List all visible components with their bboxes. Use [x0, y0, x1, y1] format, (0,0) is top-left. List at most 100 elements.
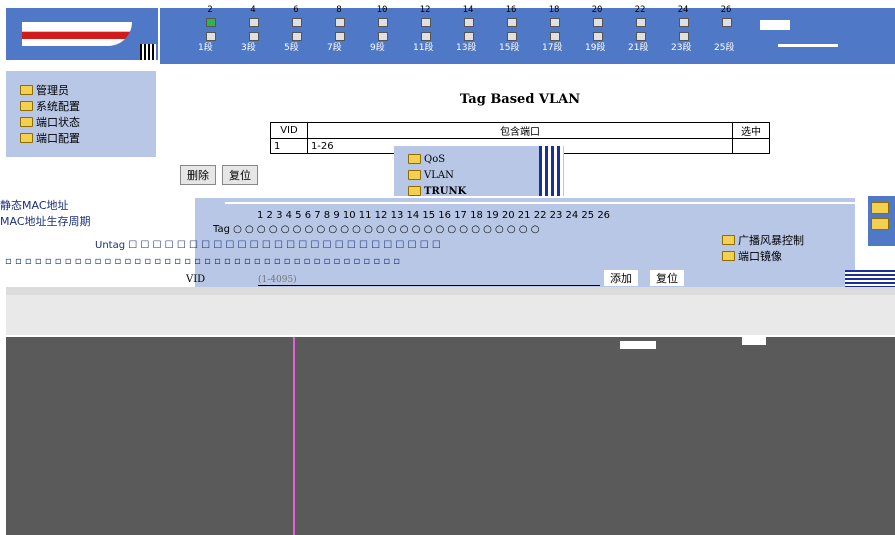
folder-icon[interactable]: [871, 202, 889, 214]
port-group-label: 17段: [542, 43, 563, 53]
port-number-14: 14: [462, 5, 474, 15]
nav-item-port-status[interactable]: 端口状态: [20, 115, 80, 129]
port-led-icon[interactable]: [593, 18, 603, 27]
untag-radios[interactable]: ☐ ☐ ☐ ☐ ☐ ☐ ☐ ☐ ☐ ☐ ☐ ☐ ☐ ☐ ☐ ☐ ☐ ☐ ☐ ☐ …: [128, 240, 441, 251]
column-header-vid: VID: [270, 122, 308, 139]
port-number-8: 8: [336, 5, 342, 15]
port-group-label: 11段: [413, 43, 434, 53]
folder-icon: [20, 85, 33, 95]
select-cell[interactable]: [732, 138, 770, 154]
nav-item-label: 端口配置: [36, 132, 80, 145]
port-group-label: 19段: [585, 43, 606, 53]
nav-item-admin[interactable]: 管理员: [20, 83, 69, 97]
port-number-18: 18: [548, 5, 560, 15]
port-number-20: 20: [591, 5, 603, 15]
folder-icon: [408, 170, 421, 180]
status-area: [6, 295, 895, 335]
port-led-icon[interactable]: [292, 18, 302, 27]
port-group-label: 5段: [284, 43, 299, 53]
submenu-item-label: TRUNK: [424, 185, 467, 197]
menu-item-label: 端口镜像: [738, 250, 782, 263]
vid-cell: 1: [270, 138, 308, 154]
port-number-22: 22: [634, 5, 646, 15]
right-menu: 广播风暴控制 端口镜像: [718, 231, 853, 265]
far-right-panel: [868, 196, 895, 246]
port-led-icon[interactable]: [249, 18, 259, 27]
port-number-16: 16: [505, 5, 517, 15]
submenu: QoS VLAN TRUNK: [394, 146, 564, 198]
divider-bar: [6, 287, 895, 295]
port-number-26: 26: [720, 5, 732, 15]
port-led-icon[interactable]: [507, 18, 517, 27]
port-led-icon[interactable]: [464, 18, 474, 27]
submenu-item-label: VLAN: [424, 169, 454, 181]
port-number-4: 4: [250, 5, 256, 15]
vid-label: VID: [186, 274, 206, 285]
reset-button-2[interactable]: 复位: [650, 270, 684, 286]
logo-swoosh: [22, 22, 132, 46]
column-header-selected: 选中: [732, 122, 770, 139]
submenu-stripe: [539, 146, 563, 196]
port-select-boxes[interactable]: ▫ ▫ ▫ ▫ ▫ ▫ ▫ ▫ ▫ ▫ ▫ ▫ ▫ ▫ ▫ ▫ ▫ ▫ ▫ ▫ …: [5, 256, 400, 267]
nav-item-system-config[interactable]: 系统配置: [20, 99, 80, 113]
port-select-row: ▫ ▫ ▫ ▫ ▫ ▫ ▫ ▫ ▫ ▫ ▫ ▫ ▫ ▫ ▫ ▫ ▫ ▫ ▫ ▫ …: [5, 256, 400, 267]
tag-label: Tag: [213, 224, 230, 235]
delete-button[interactable]: 删除: [180, 165, 216, 185]
link-mac-aging[interactable]: MAC地址生存周期: [0, 214, 190, 230]
menu-item-label: 广播风暴控制: [738, 234, 804, 247]
nav-item-label: 系统配置: [36, 100, 80, 113]
port-group-label: 25段: [714, 43, 735, 53]
submenu-item-qos[interactable]: QoS: [408, 152, 445, 166]
folder-icon: [408, 186, 421, 196]
bottom-panel: [6, 337, 895, 535]
port-led-icon[interactable]: [550, 18, 560, 27]
port-number-10: 10: [376, 5, 388, 15]
logo-bars: [140, 44, 156, 60]
port-group-label: 21段: [628, 43, 649, 53]
untag-radio-row: Untag ☐ ☐ ☐ ☐ ☐ ☐ ☐ ☐ ☐ ☐ ☐ ☐ ☐ ☐ ☐ ☐ ☐ …: [95, 240, 441, 251]
port-led-icon[interactable]: [636, 18, 646, 27]
uplink-port-indicator: [760, 20, 790, 30]
port-led-icon[interactable]: [421, 18, 431, 27]
port-led-icon[interactable]: [378, 18, 388, 27]
submenu-item-trunk[interactable]: TRUNK: [408, 184, 466, 198]
port-led-icon[interactable]: [335, 18, 345, 27]
port-group-label: 9段: [370, 43, 385, 53]
submenu-item-label: QoS: [424, 153, 446, 165]
port-led-icon[interactable]: [722, 18, 732, 27]
menu-item-port-mirror[interactable]: 端口镜像: [722, 249, 782, 263]
folder-icon: [20, 101, 33, 111]
folder-icon: [722, 235, 735, 245]
menu-item-broadcast-storm[interactable]: 广播风暴控制: [722, 233, 804, 247]
folder-icon: [408, 154, 421, 164]
folder-icon: [722, 251, 735, 261]
uplink-ports: [760, 14, 895, 62]
folder-icon[interactable]: [871, 218, 889, 230]
add-button[interactable]: 添加: [604, 270, 638, 286]
port-group-label: 15段: [499, 43, 520, 53]
panel-marker: [620, 341, 656, 349]
vid-input[interactable]: [258, 274, 600, 286]
link-static-mac[interactable]: 静态MAC地址: [0, 198, 190, 214]
port-number-6: 6: [293, 5, 299, 15]
nav-item-label: 管理员: [36, 84, 69, 97]
port-number-row: 1 2 3 4 5 6 7 8 9 10 11 12 13 14 15 16 1…: [257, 210, 611, 221]
tag-radios[interactable]: ○ ○ ○ ○ ○ ○ ○ ○ ○ ○ ○ ○ ○ ○ ○ ○ ○ ○ ○ ○ …: [233, 224, 539, 235]
nav-item-label: 端口状态: [36, 116, 80, 129]
port-group-label: 23段: [671, 43, 692, 53]
untag-label: Untag: [95, 240, 126, 251]
vid-row: VID: [6, 274, 636, 288]
vertical-divider: [293, 337, 295, 535]
port-group-label: 7段: [327, 43, 342, 53]
page-title: Tag Based VLAN: [459, 92, 581, 107]
reset-button[interactable]: 复位: [222, 165, 258, 185]
nav-item-port-config[interactable]: 端口配置: [20, 131, 80, 145]
left-nav: 管理员 系统配置 端口状态 端口配置: [6, 71, 156, 157]
port-number-12: 12: [419, 5, 431, 15]
port-led-icon[interactable]: [679, 18, 689, 27]
port-led-icon[interactable]: [206, 18, 216, 27]
port-number-2: 2: [207, 5, 213, 15]
port-number-24: 24: [677, 5, 689, 15]
column-header-ports: 包含端口: [306, 122, 734, 139]
submenu-item-vlan[interactable]: VLAN: [408, 168, 454, 182]
